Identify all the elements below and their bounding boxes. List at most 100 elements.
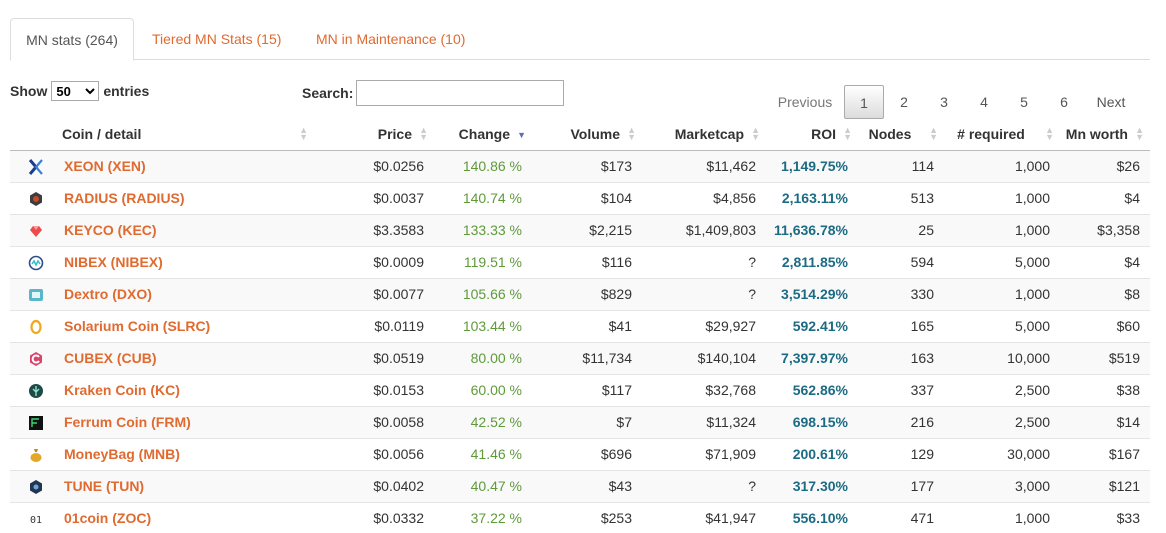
table-row[interactable]: NIBEX (NIBEX) $0.0009 119.51 % $116? 2,811.8… bbox=[10, 245, 1150, 278]
price-cell: $0.0332 bbox=[314, 501, 434, 533]
coin-name-cell[interactable]: Solarium Coin (SLRC) bbox=[62, 309, 314, 342]
column-header-label: ROI bbox=[811, 126, 836, 143]
table-row[interactable]: KEYCO (KEC) $3.3583 133.33 % $2,215 $1,409,8… bbox=[10, 213, 1150, 246]
nodes-cell: 165 bbox=[858, 309, 944, 342]
required-cell: 2,500 bbox=[944, 373, 1060, 406]
mn-worth-cell: $4 bbox=[1060, 245, 1150, 278]
entries-select[interactable]: 50 bbox=[51, 81, 100, 101]
coin-name-cell[interactable]: KEYCO (KEC) bbox=[62, 213, 314, 246]
price-cell: $0.0009 bbox=[314, 245, 434, 278]
tab-mn-stats[interactable]: MN stats (264) bbox=[10, 18, 134, 61]
table-row[interactable]: Solarium Coin (SLRC) $0.0119 103.44 % $41 $2… bbox=[10, 309, 1150, 342]
roi-cell: 556.10% bbox=[766, 501, 858, 533]
page-button-6[interactable]: 6 bbox=[1044, 85, 1084, 119]
tab-bar: MN stats (264) Tiered MN Stats (15) MN i… bbox=[10, 18, 1150, 61]
xeon-x-icon bbox=[28, 158, 44, 175]
column-header-label: Marketcap bbox=[674, 126, 744, 143]
coin-detail-link[interactable]: Kraken Coin (KC) bbox=[64, 382, 180, 398]
coin-name-cell[interactable]: Kraken Coin (KC) bbox=[62, 373, 314, 406]
coin-name-cell[interactable]: CUBEX (CUB) bbox=[62, 341, 314, 374]
search-input[interactable] bbox=[356, 80, 565, 106]
page-button-4[interactable]: 4 bbox=[964, 85, 1004, 119]
mn-worth-cell: $14 bbox=[1060, 405, 1150, 438]
change-cell: 133.33 % bbox=[434, 213, 532, 246]
coin-detail-link[interactable]: KEYCO (KEC) bbox=[64, 222, 157, 238]
change-cell: 140.86 % bbox=[434, 150, 532, 182]
coin-detail-link[interactable]: CUBEX (CUB) bbox=[64, 350, 157, 366]
sort-both-icon: ▲ ▼ bbox=[751, 125, 760, 142]
column-header-price[interactable]: Price ▲ ▼ bbox=[314, 119, 434, 151]
coin-name-cell[interactable]: 01coin (ZOC) bbox=[62, 501, 314, 533]
search-control: Search: bbox=[302, 80, 565, 106]
coin-detail-link[interactable]: Dextro (DXO) bbox=[64, 286, 152, 302]
previous-page-button[interactable]: Previous bbox=[766, 85, 844, 119]
coin-name-cell[interactable]: RADIUS (RADIUS) bbox=[62, 181, 314, 214]
page-button-3[interactable]: 3 bbox=[924, 85, 964, 119]
coin-icon-cell bbox=[10, 405, 62, 438]
coin-detail-link[interactable]: NIBEX (NIBEX) bbox=[64, 254, 163, 270]
svg-text:01: 01 bbox=[30, 515, 42, 526]
column-header-label: Nodes bbox=[868, 126, 912, 143]
coin-detail-link[interactable]: Ferrum Coin (FRM) bbox=[64, 414, 191, 430]
column-header-roi[interactable]: ROI ▲ ▼ bbox=[766, 119, 858, 151]
table-row[interactable]: CUBEX (CUB) $0.0519 80.00 % $11,734 $140,104… bbox=[10, 341, 1150, 374]
volume-cell: $829 bbox=[532, 277, 642, 310]
mn-worth-cell: $38 bbox=[1060, 373, 1150, 406]
coin-detail-link[interactable]: 01coin (ZOC) bbox=[64, 510, 151, 526]
column-header-nodes[interactable]: Nodes ▲ ▼ bbox=[858, 119, 944, 151]
change-cell: 37.22 % bbox=[434, 501, 532, 533]
table-row[interactable]: Dextro (DXO) $0.0077 105.66 % $829? 3,514.29… bbox=[10, 277, 1150, 310]
required-cell: 1,000 bbox=[944, 150, 1060, 182]
column-header-mn-worth[interactable]: Mn worth ▲ ▼ bbox=[1060, 119, 1150, 151]
table-row[interactable]: RADIUS (RADIUS) $0.0037 140.74 % $104 $4,856… bbox=[10, 181, 1150, 214]
volume-cell: $43 bbox=[532, 469, 642, 502]
coin-name-cell[interactable]: TUNE (TUN) bbox=[62, 469, 314, 502]
marketcap-cell: $32,768 bbox=[642, 373, 766, 406]
tab-tiered-mn-stats[interactable]: Tiered MN Stats (15) bbox=[152, 18, 281, 60]
coin-name-cell[interactable]: Ferrum Coin (FRM) bbox=[62, 405, 314, 438]
page-button-5[interactable]: 5 bbox=[1004, 85, 1044, 119]
roi-cell: 2,811.85% bbox=[766, 245, 858, 278]
page-button-1[interactable]: 1 bbox=[844, 85, 884, 119]
coin-detail-link[interactable]: XEON (XEN) bbox=[64, 158, 146, 174]
pagination: Previous 1 2 3 4 5 6 Next bbox=[766, 84, 1138, 120]
column-header-marketcap[interactable]: Marketcap ▲ ▼ bbox=[642, 119, 766, 151]
page-button-2[interactable]: 2 bbox=[884, 85, 924, 119]
coin-detail-link[interactable]: MoneyBag (MNB) bbox=[64, 446, 180, 462]
coin-detail-link[interactable]: Solarium Coin (SLRC) bbox=[64, 318, 210, 334]
price-cell: $0.0077 bbox=[314, 277, 434, 310]
tune-hex-icon bbox=[28, 479, 44, 495]
column-header-volume[interactable]: Volume ▲ ▼ bbox=[532, 119, 642, 151]
price-cell: $0.0056 bbox=[314, 437, 434, 470]
next-page-button[interactable]: Next bbox=[1084, 85, 1138, 119]
coin-detail-link[interactable]: TUNE (TUN) bbox=[64, 478, 144, 494]
required-cell: 5,000 bbox=[944, 309, 1060, 342]
moneybag-icon bbox=[28, 447, 44, 463]
radius-hex-icon bbox=[28, 191, 44, 207]
coin-name-cell[interactable]: Dextro (DXO) bbox=[62, 277, 314, 310]
nodes-cell: 163 bbox=[858, 341, 944, 374]
coin-name-cell[interactable]: MoneyBag (MNB) bbox=[62, 437, 314, 470]
table-row[interactable]: TUNE (TUN) $0.0402 40.47 % $43? 317.30% 177 3,… bbox=[10, 469, 1150, 502]
table-row[interactable]: Kraken Coin (KC) $0.0153 60.00 % $117 $32,76… bbox=[10, 373, 1150, 406]
coin-detail-link[interactable]: RADIUS (RADIUS) bbox=[64, 190, 185, 206]
mn-worth-cell: $121 bbox=[1060, 469, 1150, 502]
marketcap-cell: ? bbox=[642, 245, 766, 278]
mn-worth-cell: $8 bbox=[1060, 277, 1150, 310]
column-header-label: Price bbox=[377, 126, 412, 143]
column-header-change[interactable]: Change ▼ bbox=[434, 119, 532, 151]
required-cell: 10,000 bbox=[944, 341, 1060, 374]
table-row[interactable]: XEON (XEN) $0.0256 140.86 % $173 $11,462 1,14… bbox=[10, 150, 1150, 182]
table-row[interactable]: Ferrum Coin (FRM) $0.0058 42.52 % $7 $11,324… bbox=[10, 405, 1150, 438]
price-cell: $0.0519 bbox=[314, 341, 434, 374]
column-header-coin[interactable]: Coin / detail ▲ ▼ bbox=[62, 119, 314, 151]
table-row[interactable]: MoneyBag (MNB) $0.0056 41.46 % $696 $71,909 2… bbox=[10, 437, 1150, 470]
required-cell: 5,000 bbox=[944, 245, 1060, 278]
volume-cell: $11,734 bbox=[532, 341, 642, 374]
coin-name-cell[interactable]: XEON (XEN) bbox=[62, 150, 314, 182]
coin-name-cell[interactable]: NIBEX (NIBEX) bbox=[62, 245, 314, 278]
table-row[interactable]: 01 01coin (ZOC) $0.0332 37.22 % $253 $41,947 5… bbox=[10, 501, 1150, 533]
column-header-required[interactable]: # required ▲ ▼ bbox=[944, 119, 1060, 151]
required-cell: 1,000 bbox=[944, 181, 1060, 214]
tab-mn-in-maintenance[interactable]: MN in Maintenance (10) bbox=[316, 18, 465, 60]
